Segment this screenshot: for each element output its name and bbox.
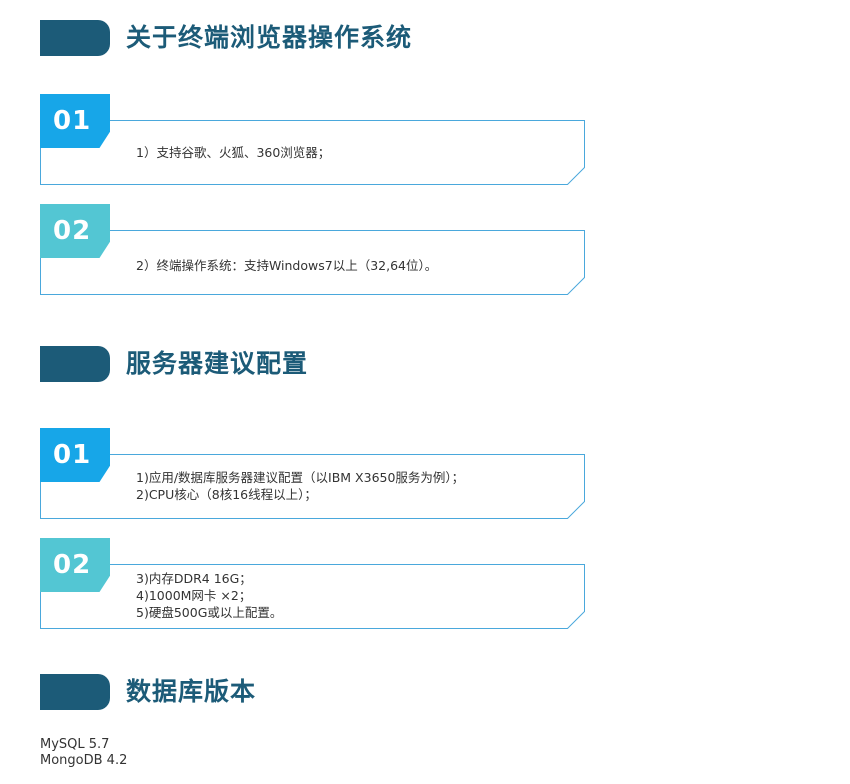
- database-version-item: MySQL 5.7: [40, 737, 110, 752]
- database-version-list: MySQL 5.7 MongoDB 4.2: [40, 737, 127, 769]
- card-frame: [40, 120, 585, 185]
- section-1-title: 关于终端浏览器操作系统: [126, 23, 413, 52]
- card-line: 5)硬盘500G或以上配置。: [136, 605, 283, 620]
- card-line: 1)应用/数据库服务器建议配置（以IBM X3650服务为例）；: [136, 470, 465, 485]
- card-text: 2）终端操作系统：支持Windows7以上（32,64位）。: [136, 257, 437, 274]
- section-2-card-1: 01 1)应用/数据库服务器建议配置（以IBM X3650服务为例）； 2)CP…: [40, 428, 585, 520]
- card-line: 4)1000M网卡 ×2；: [136, 588, 252, 603]
- card-frame: [40, 564, 585, 629]
- database-version-item: MongoDB 4.2: [40, 753, 128, 768]
- card-number-badge: 02: [40, 538, 110, 592]
- card-number-badge: 02: [40, 204, 110, 258]
- card-line: 3)内存DDR4 16G；: [136, 571, 252, 586]
- section-2-title: 服务器建议配置: [126, 349, 309, 378]
- section-2-tab: [40, 346, 110, 382]
- section-2-card-2: 02 3)内存DDR4 16G； 4)1000M网卡 ×2； 5)硬盘500G或…: [40, 538, 585, 630]
- card-line: 2）终端操作系统：支持Windows7以上（32,64位）。: [136, 258, 438, 273]
- card-text: 3)内存DDR4 16G； 4)1000M网卡 ×2； 5)硬盘500G或以上配…: [136, 570, 282, 621]
- card-number-badge: 01: [40, 428, 110, 482]
- section-1-tab: [40, 20, 110, 56]
- section-1-card-2: 02 2）终端操作系统：支持Windows7以上（32,64位）。: [40, 204, 585, 296]
- card-number-badge: 01: [40, 94, 110, 148]
- card-text: 1）支持谷歌、火狐、360浏览器；: [136, 144, 330, 161]
- section-3-title: 数据库版本: [126, 677, 257, 706]
- section-3-tab: [40, 674, 110, 710]
- section-1-card-1: 01 1）支持谷歌、火狐、360浏览器；: [40, 94, 585, 186]
- card-line: 1）支持谷歌、火狐、360浏览器；: [136, 145, 331, 160]
- card-frame: [40, 230, 585, 295]
- card-line: 2)CPU核心（8核16线程以上）；: [136, 487, 317, 502]
- card-text: 1)应用/数据库服务器建议配置（以IBM X3650服务为例）； 2)CPU核心…: [136, 469, 464, 503]
